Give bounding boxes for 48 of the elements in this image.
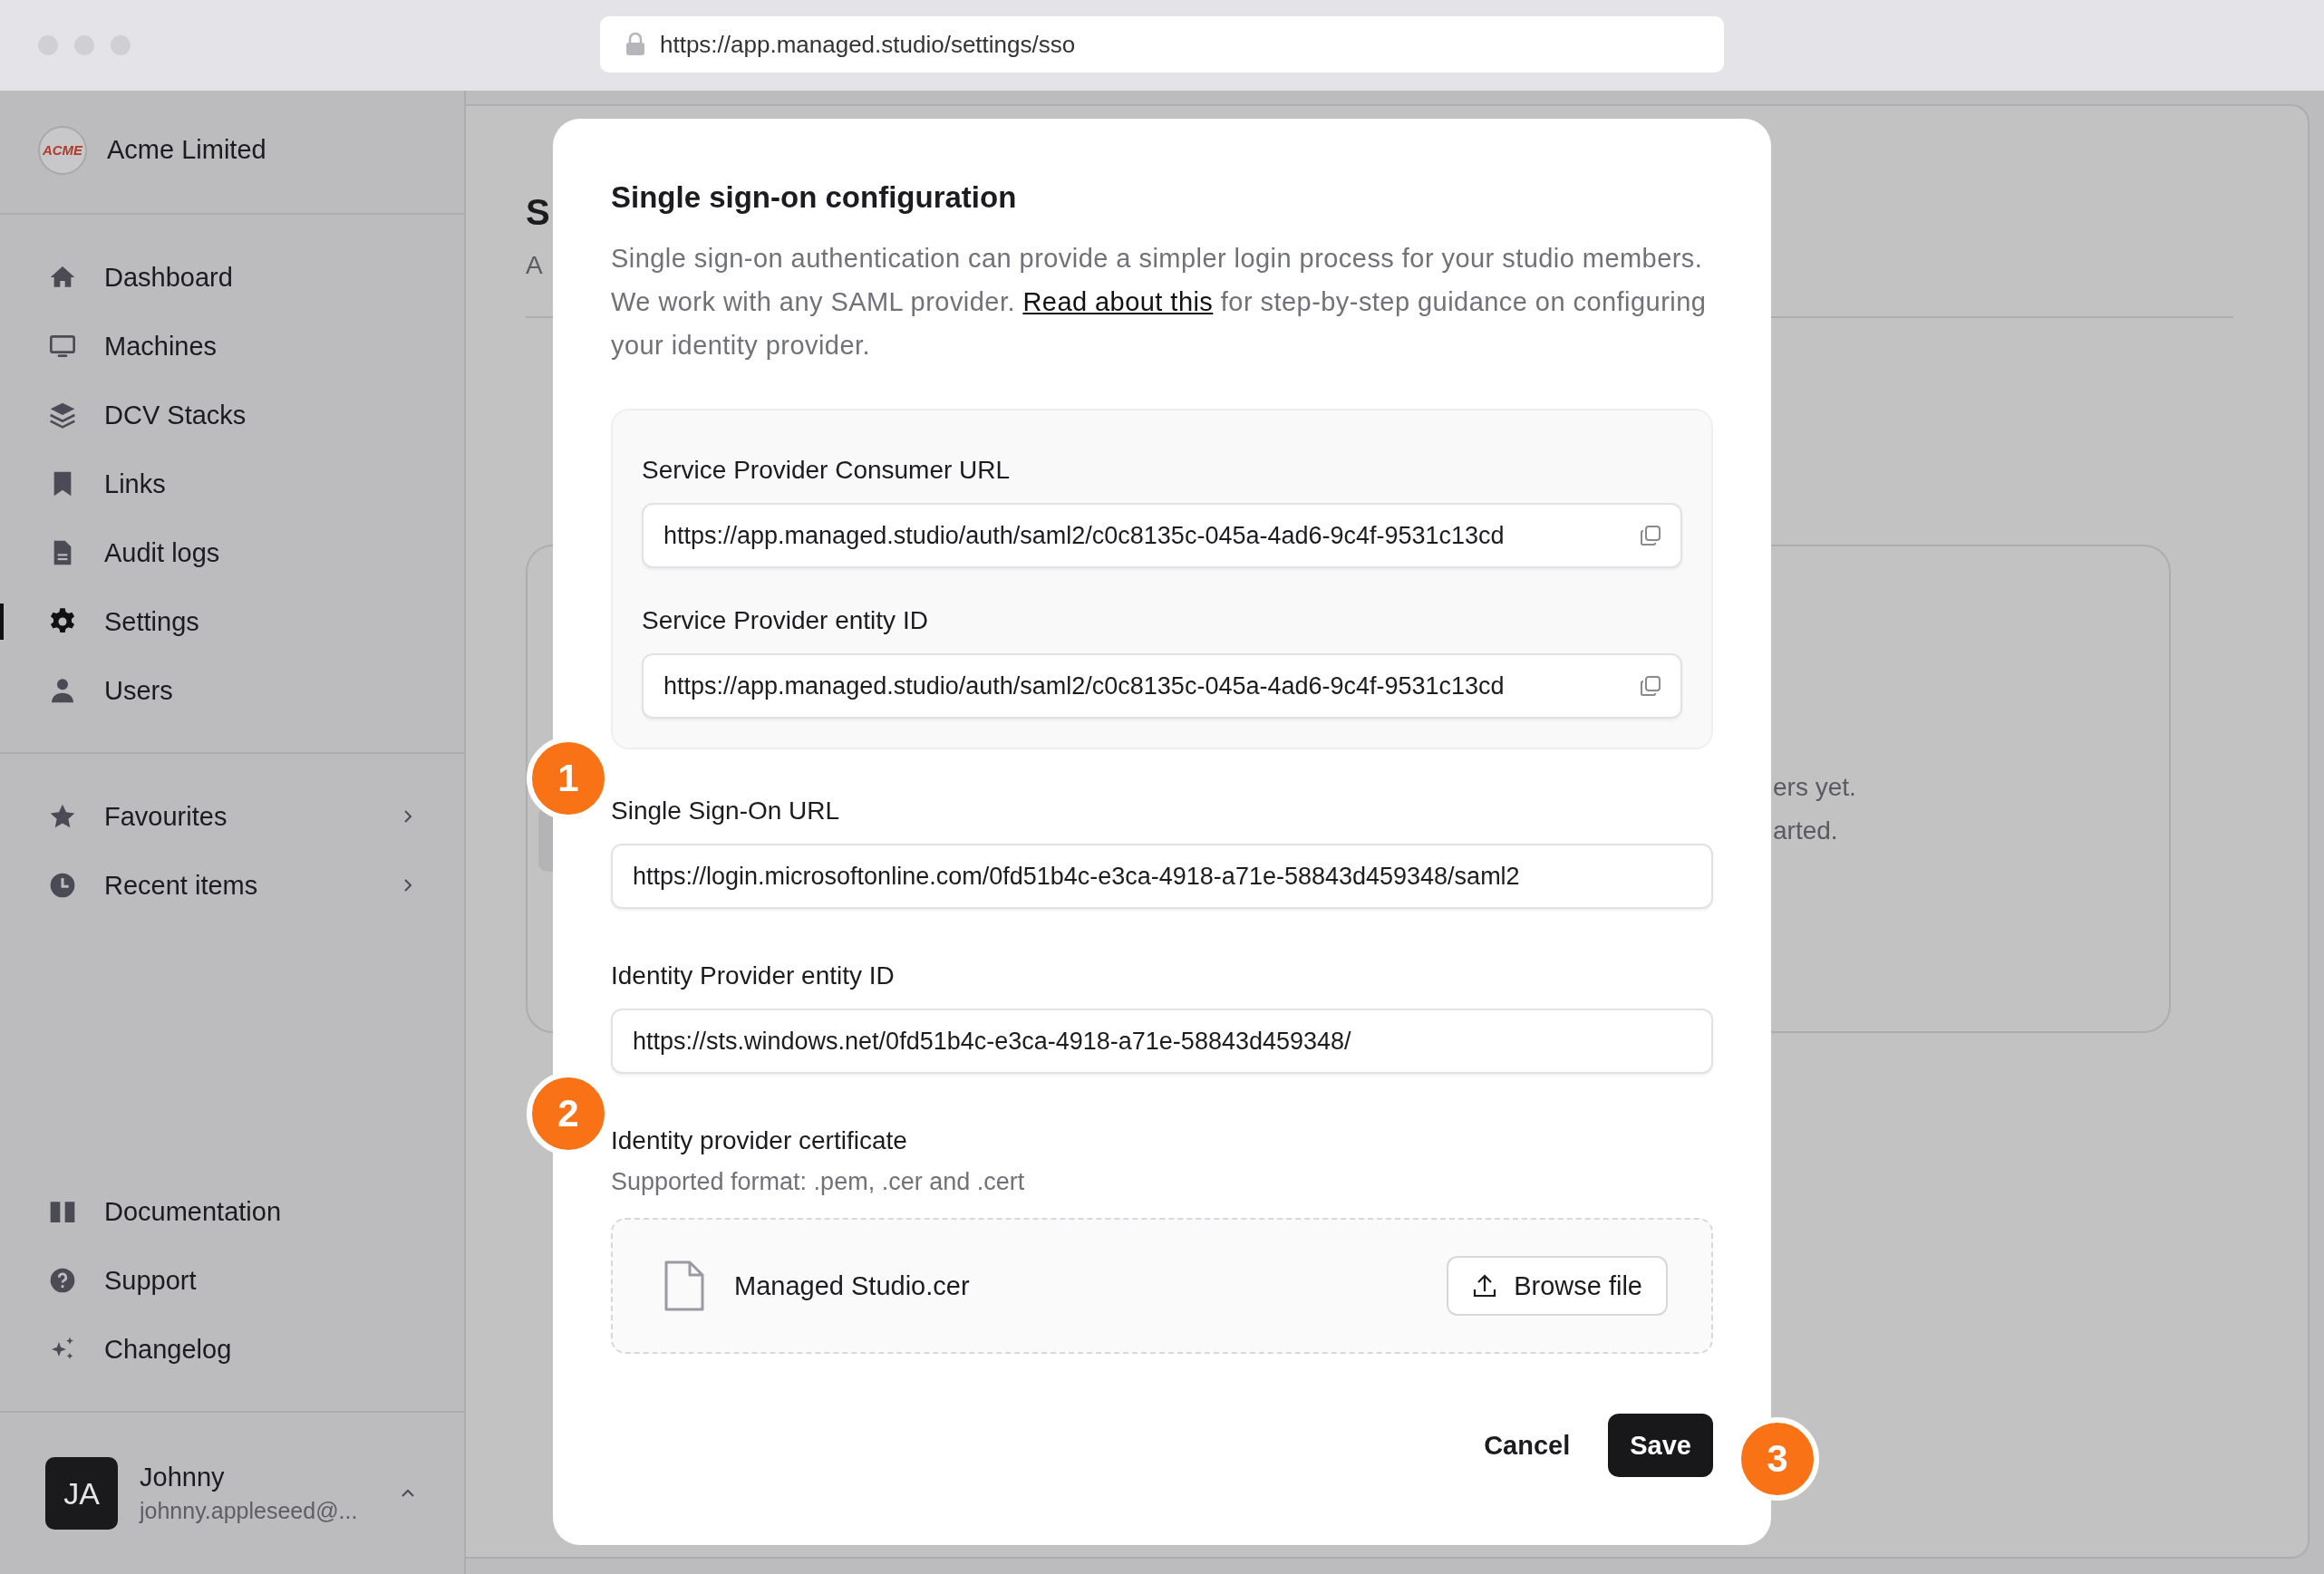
lock-icon bbox=[625, 33, 645, 56]
empty-state-text: arted. bbox=[1773, 816, 1839, 845]
readonly-url-field[interactable]: https://app.managed.studio/auth/saml2/c0c8135c-045a-4ad6-9c4f-9531c13cd bbox=[642, 653, 1682, 719]
nav-item[interactable]: DCV Stacks bbox=[0, 381, 464, 449]
page-title: S bbox=[526, 192, 550, 233]
user-avatar[interactable]: JA bbox=[45, 1457, 118, 1530]
field-label: Service Provider entity ID bbox=[642, 606, 929, 635]
upload-icon bbox=[1472, 1273, 1498, 1299]
field-label: Identity Provider entity ID bbox=[611, 961, 896, 990]
nav-item[interactable]: Documentation bbox=[0, 1177, 464, 1246]
address-bar[interactable]: https://app.managed.studio/settings/sso bbox=[600, 16, 1724, 72]
help-icon bbox=[48, 1266, 77, 1295]
field-label: Identity provider certificate bbox=[611, 1126, 908, 1155]
save-button[interactable]: Save bbox=[1608, 1414, 1713, 1477]
field-label: Service Provider Consumer URL bbox=[642, 456, 1012, 485]
nav-item[interactable]: Recent items bbox=[0, 851, 464, 920]
file-name: Managed Studio.cer bbox=[734, 1270, 971, 1301]
read-about-link[interactable]: Read about this bbox=[1022, 287, 1214, 316]
dialog-title: Single sign-on configuration bbox=[611, 180, 1018, 215]
input-field[interactable]: https://login.microsoftonline.com/0fd51b4c-e3ca-4918-a71e-58843d459348/saml2 bbox=[611, 844, 1713, 909]
field-label: Single Sign-On URL bbox=[611, 797, 841, 826]
empty-state-text: ers yet. bbox=[1773, 773, 1857, 802]
nav-item[interactable]: Support bbox=[0, 1246, 464, 1315]
user-email: johnny.appleseed@... bbox=[140, 1498, 358, 1524]
clock-icon bbox=[48, 871, 77, 900]
file-dropzone[interactable]: Managed Studio.cer Browse file bbox=[611, 1218, 1713, 1354]
browse-file-button[interactable]: Browse file bbox=[1447, 1256, 1668, 1316]
nav-item[interactable]: Dashboard bbox=[0, 243, 464, 312]
nav-item[interactable]: Settings bbox=[0, 587, 464, 656]
org-name: Acme Limited bbox=[107, 135, 266, 165]
nav-item[interactable]: Changelog bbox=[0, 1315, 464, 1384]
readonly-url-field[interactable]: https://app.managed.studio/auth/saml2/c0c8135c-045a-4ad6-9c4f-9531c13cd bbox=[642, 503, 1682, 568]
copy-icon[interactable] bbox=[1639, 524, 1662, 547]
dialog-description: Single sign-on authentication can provide a simpler login process for your studio members. We work with any SAML provider. Read about this for step-by-step guidance on configuring your identity provider. bbox=[611, 243, 1708, 362]
nav-item[interactable]: Favourites bbox=[0, 782, 464, 851]
nav-item[interactable]: Links bbox=[0, 449, 464, 518]
cancel-button[interactable]: Cancel bbox=[1473, 1414, 1582, 1477]
org-logo: ACME bbox=[38, 125, 87, 175]
format-hint: Supported format: .pem, .cer and .cert bbox=[611, 1168, 1026, 1196]
copy-icon[interactable] bbox=[1639, 674, 1662, 698]
input-field[interactable]: https://sts.windows.net/0fd51b4c-e3ca-4918-a71e-58843d459348/ bbox=[611, 1009, 1713, 1074]
user-name: Johnny bbox=[140, 1463, 226, 1492]
nav-item[interactable]: Machines bbox=[0, 312, 464, 381]
nav-item[interactable]: Audit logs bbox=[0, 518, 464, 587]
nav-item[interactable]: Users bbox=[0, 656, 464, 725]
layers-icon bbox=[48, 401, 77, 430]
page-subtitle: A bbox=[526, 251, 543, 280]
file-icon bbox=[663, 1260, 705, 1312]
